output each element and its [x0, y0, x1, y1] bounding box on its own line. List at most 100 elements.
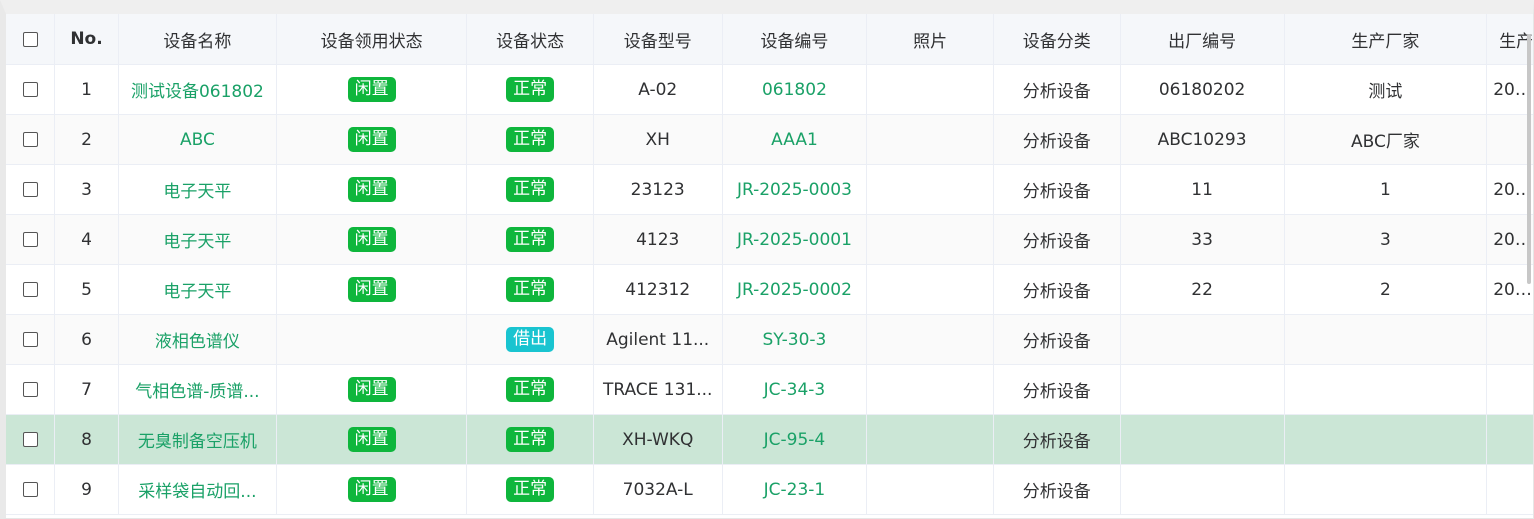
name-cell: 气相色谱-质谱...	[118, 364, 277, 415]
name-cell: 采样袋自动回...	[118, 464, 277, 515]
col-header-maker[interactable]: 生产厂家	[1284, 14, 1488, 65]
row-select-cell[interactable]	[6, 214, 56, 265]
production-cell	[1486, 364, 1533, 415]
category-cell: 分析设备	[993, 214, 1121, 265]
status-tag: 正常	[506, 377, 555, 402]
device-name-link[interactable]: 无臭制备空压机	[138, 432, 257, 452]
model-cell: XH	[593, 114, 723, 165]
table-row[interactable]: 5电子天平闲置正常412312JR-2025-0002分析设备2222025-	[6, 264, 1533, 315]
device-code-link[interactable]: JC-95-4	[764, 430, 826, 450]
row-checkbox[interactable]	[22, 432, 38, 447]
category-cell: 分析设备	[993, 114, 1121, 165]
device-name-link[interactable]: 采样袋自动回...	[138, 482, 256, 502]
row-checkbox[interactable]	[22, 82, 38, 97]
row-select-cell[interactable]	[6, 464, 56, 515]
col-header-category[interactable]: 设备分类	[993, 14, 1121, 65]
row-checkbox[interactable]	[22, 482, 38, 497]
device-code-link[interactable]: JR-2025-0001	[737, 230, 852, 250]
table-row[interactable]: 9 采样袋自动回... 闲置 正常 7032A-L JC-23-1 分析设备	[6, 464, 1533, 515]
maker-text: 3	[1379, 229, 1391, 250]
table-row[interactable]: 4电子天平闲置正常4123JR-2025-0001分析设备3332025-	[6, 214, 1533, 265]
model-text: XH	[645, 129, 670, 150]
use-status-tag: 闲置	[347, 127, 396, 152]
row-checkbox[interactable]	[22, 332, 38, 347]
row-no: 2	[81, 129, 92, 150]
status-tag: 正常	[506, 127, 555, 152]
name-cell: 测试设备061802	[118, 64, 277, 115]
col-header-name[interactable]: 设备名称	[118, 14, 277, 65]
equipment-table: No. 设备名称 设备领用状态 设备状态 设备型号 设备编号 照片 设备分类 出…	[6, 14, 1533, 515]
row-no: 8	[81, 429, 92, 450]
table-row[interactable]: 2 ABC 闲置 正常 XH AAA1 分析设备 ABC10293 ABC厂家	[6, 114, 1533, 165]
row-checkbox[interactable]	[22, 282, 38, 297]
device-code-link[interactable]: JC-34-3	[764, 380, 826, 400]
no-cell: 9	[54, 464, 119, 515]
photo-cell	[866, 64, 994, 115]
row-checkbox[interactable]	[22, 382, 38, 397]
row-select-cell[interactable]	[6, 164, 56, 215]
status-tag: 正常	[506, 227, 555, 252]
device-code-link[interactable]: SY-30-3	[763, 330, 827, 350]
no-cell: 1	[54, 64, 119, 115]
model-text: 23123	[630, 179, 685, 200]
device-name-link[interactable]: ABC	[180, 130, 215, 150]
col-header-use-status[interactable]: 设备领用状态	[276, 14, 468, 65]
row-select-cell[interactable]	[6, 264, 56, 315]
row-select-cell[interactable]	[6, 414, 56, 465]
factory-no-cell: 33	[1120, 214, 1285, 265]
name-cell: 电子天平	[118, 214, 277, 265]
maker-cell	[1284, 464, 1488, 515]
col-header-photo[interactable]: 照片	[866, 14, 994, 65]
row-checkbox[interactable]	[22, 232, 38, 247]
maker-text: ABC厂家	[1350, 132, 1420, 152]
device-name-link[interactable]: 电子天平	[163, 182, 231, 202]
select-all-checkbox[interactable]	[22, 31, 38, 47]
col-header-no[interactable]: No.	[54, 14, 119, 65]
row-select-cell[interactable]	[6, 64, 56, 115]
row-no: 1	[81, 79, 92, 100]
device-name-link[interactable]: 液相色谱仪	[155, 332, 240, 352]
device-code-link[interactable]: 061802	[762, 80, 827, 100]
use-status-cell: 闲置	[276, 164, 468, 215]
table-row[interactable]: 7 气相色谱-质谱... 闲置 正常 TRACE 131... JC-34-3 分析设备	[6, 364, 1533, 415]
production-cell	[1486, 464, 1533, 515]
col-header-factory-no[interactable]: 出厂编号	[1120, 14, 1285, 65]
status-tag: 正常	[506, 77, 555, 102]
select-all-cell[interactable]	[6, 14, 56, 65]
device-name-link[interactable]: 电子天平	[163, 232, 231, 252]
code-cell: JC-95-4	[722, 414, 868, 465]
row-select-cell[interactable]	[6, 314, 56, 365]
device-name-link[interactable]: 气相色谱-质谱...	[135, 382, 259, 402]
col-header-model[interactable]: 设备型号	[593, 14, 723, 65]
category-text: 分析设备	[1022, 132, 1091, 152]
row-select-cell[interactable]	[6, 364, 56, 415]
col-header-code[interactable]: 设备编号	[722, 14, 868, 65]
model-text: 412312	[625, 279, 691, 300]
device-name-link[interactable]: 测试设备061802	[131, 82, 264, 102]
code-cell: JR-2025-0001	[722, 214, 868, 265]
category-text: 分析设备	[1022, 432, 1091, 452]
table-row[interactable]: 6 液相色谱仪 借出 Agilent 11... SY-30-3 分析设备	[6, 314, 1533, 365]
maker-cell	[1284, 414, 1488, 465]
table-row[interactable]: 1 测试设备061802 闲置 正常 A-02 061802 分析设备 06180202 测试 2…	[6, 64, 1533, 115]
table-row[interactable]: 8 无臭制备空压机 闲置 正常 XH-WKQ JC-95-4 分析设备	[6, 414, 1533, 465]
device-code-link[interactable]: AAA1	[771, 130, 818, 150]
status-tag: 正常	[506, 277, 555, 302]
row-select-cell[interactable]	[6, 114, 56, 165]
maker-cell	[1284, 364, 1488, 415]
category-cell: 分析设备	[993, 314, 1121, 365]
device-code-link[interactable]: JR-2025-0002	[737, 280, 852, 300]
device-code-link[interactable]: JC-23-1	[764, 480, 826, 500]
col-header-status[interactable]: 设备状态	[466, 14, 594, 65]
category-cell: 分析设备	[993, 264, 1121, 315]
device-name-link[interactable]: 电子天平	[163, 282, 231, 302]
no-cell: 4	[54, 214, 119, 265]
equipment-table-container: No. 设备名称 设备领用状态 设备状态 设备型号 设备编号 照片 设备分类 出…	[0, 0, 1534, 519]
table-row[interactable]: 3电子天平闲置正常23123JR-2025-0003分析设备1112025-	[6, 164, 1533, 215]
photo-cell	[866, 414, 994, 465]
device-code-link[interactable]: JR-2025-0003	[737, 180, 852, 200]
row-checkbox[interactable]	[22, 132, 38, 147]
row-checkbox[interactable]	[22, 182, 38, 197]
status-cell: 正常	[466, 114, 594, 165]
vertical-scrollbar[interactable]	[1527, 34, 1531, 284]
